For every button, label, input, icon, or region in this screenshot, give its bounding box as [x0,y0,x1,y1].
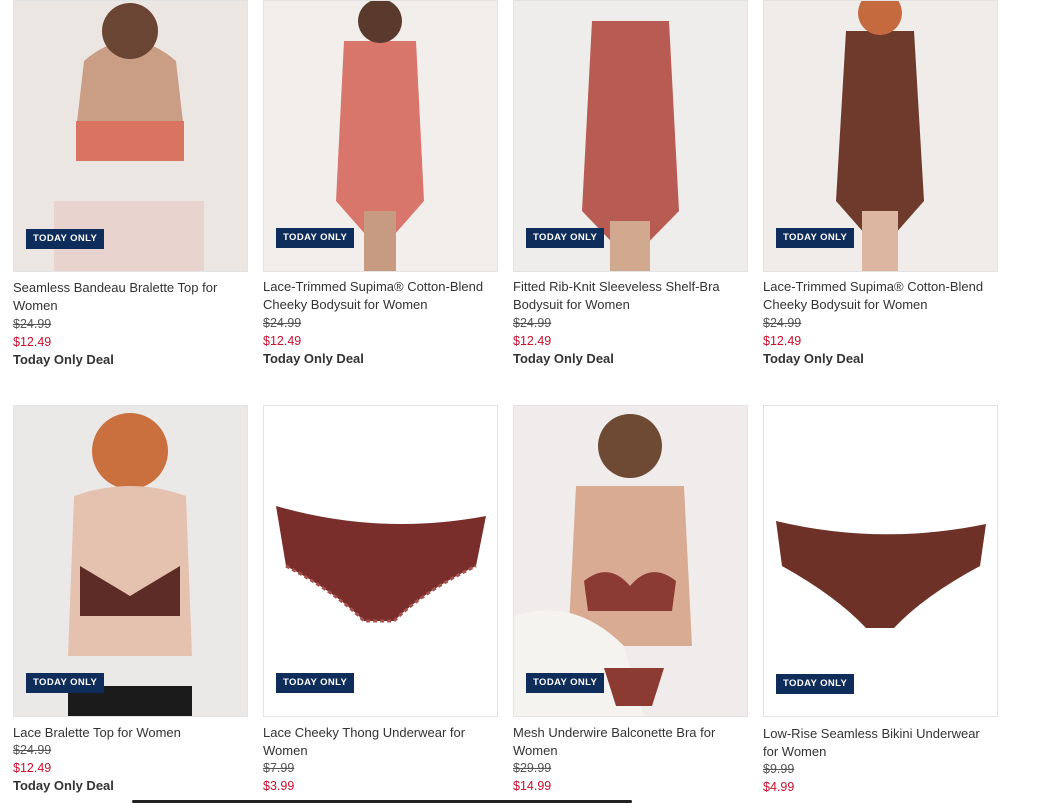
original-price: $24.99 [263,316,302,330]
original-price: $24.99 [13,317,52,331]
product-photo [764,406,997,716]
today-only-badge: TODAY ONLY [26,229,105,249]
today-only-badge: TODAY ONLY [776,228,855,248]
deal-label: Today Only Deal [763,351,864,366]
product-image[interactable]: TODAY ONLY [263,0,498,272]
product-photo [514,406,747,716]
original-price: $24.99 [763,316,802,330]
product-title[interactable]: Lace Bralette Top for Women [13,724,248,742]
product-title[interactable]: Seamless Bandeau Bralette Top for Women [13,279,248,315]
product-title[interactable]: Lace-Trimmed Supima® Cotton-Blend Cheeky… [763,278,998,314]
product-title[interactable]: Low-Rise Seamless Bikini Underwear for W… [763,725,998,761]
deal-label: Today Only Deal [13,778,114,793]
today-only-badge: TODAY ONLY [26,673,105,693]
today-only-badge: TODAY ONLY [526,228,605,248]
original-price: $29.99 [513,761,552,775]
deal-label: Today Only Deal [263,351,364,366]
product-grid: TODAY ONLY Seamless Bandeau Bralette Top… [0,0,1045,803]
sale-price: $12.49 [13,761,52,775]
sale-price: $14.99 [513,779,552,793]
deal-label: Today Only Deal [13,352,114,367]
product-image[interactable]: TODAY ONLY [13,0,248,272]
product-title[interactable]: Mesh Underwire Balconette Bra for Women [513,724,748,760]
product-title[interactable]: Lace Cheeky Thong Underwear for Women [263,724,498,760]
sale-price: $3.99 [263,779,295,793]
sale-price: $12.49 [263,334,302,348]
product-title[interactable]: Lace-Trimmed Supima® Cotton-Blend Cheeky… [263,278,498,314]
product-photo [264,406,497,716]
product-image[interactable]: TODAY ONLY [513,0,748,272]
sale-price: $12.49 [763,334,802,348]
product-image[interactable]: TODAY ONLY [13,405,248,717]
product-image[interactable]: TODAY ONLY [513,405,748,717]
original-price: $7.99 [263,761,295,775]
product-photo [14,406,247,716]
product-image[interactable]: TODAY ONLY [263,405,498,717]
today-only-badge: TODAY ONLY [776,674,855,694]
today-only-badge: TODAY ONLY [276,673,355,693]
product-image[interactable]: TODAY ONLY [763,405,998,717]
product-image[interactable]: TODAY ONLY [763,0,998,272]
original-price: $9.99 [763,762,795,776]
original-price: $24.99 [513,316,552,330]
original-price: $24.99 [13,743,52,757]
today-only-badge: TODAY ONLY [276,228,355,248]
deal-label: Today Only Deal [513,351,614,366]
sale-price: $4.99 [763,780,795,794]
today-only-badge: TODAY ONLY [526,673,605,693]
product-title[interactable]: Fitted Rib-Knit Sleeveless Shelf-Bra Bod… [513,278,748,314]
sale-price: $12.49 [13,335,52,349]
sale-price: $12.49 [513,334,552,348]
